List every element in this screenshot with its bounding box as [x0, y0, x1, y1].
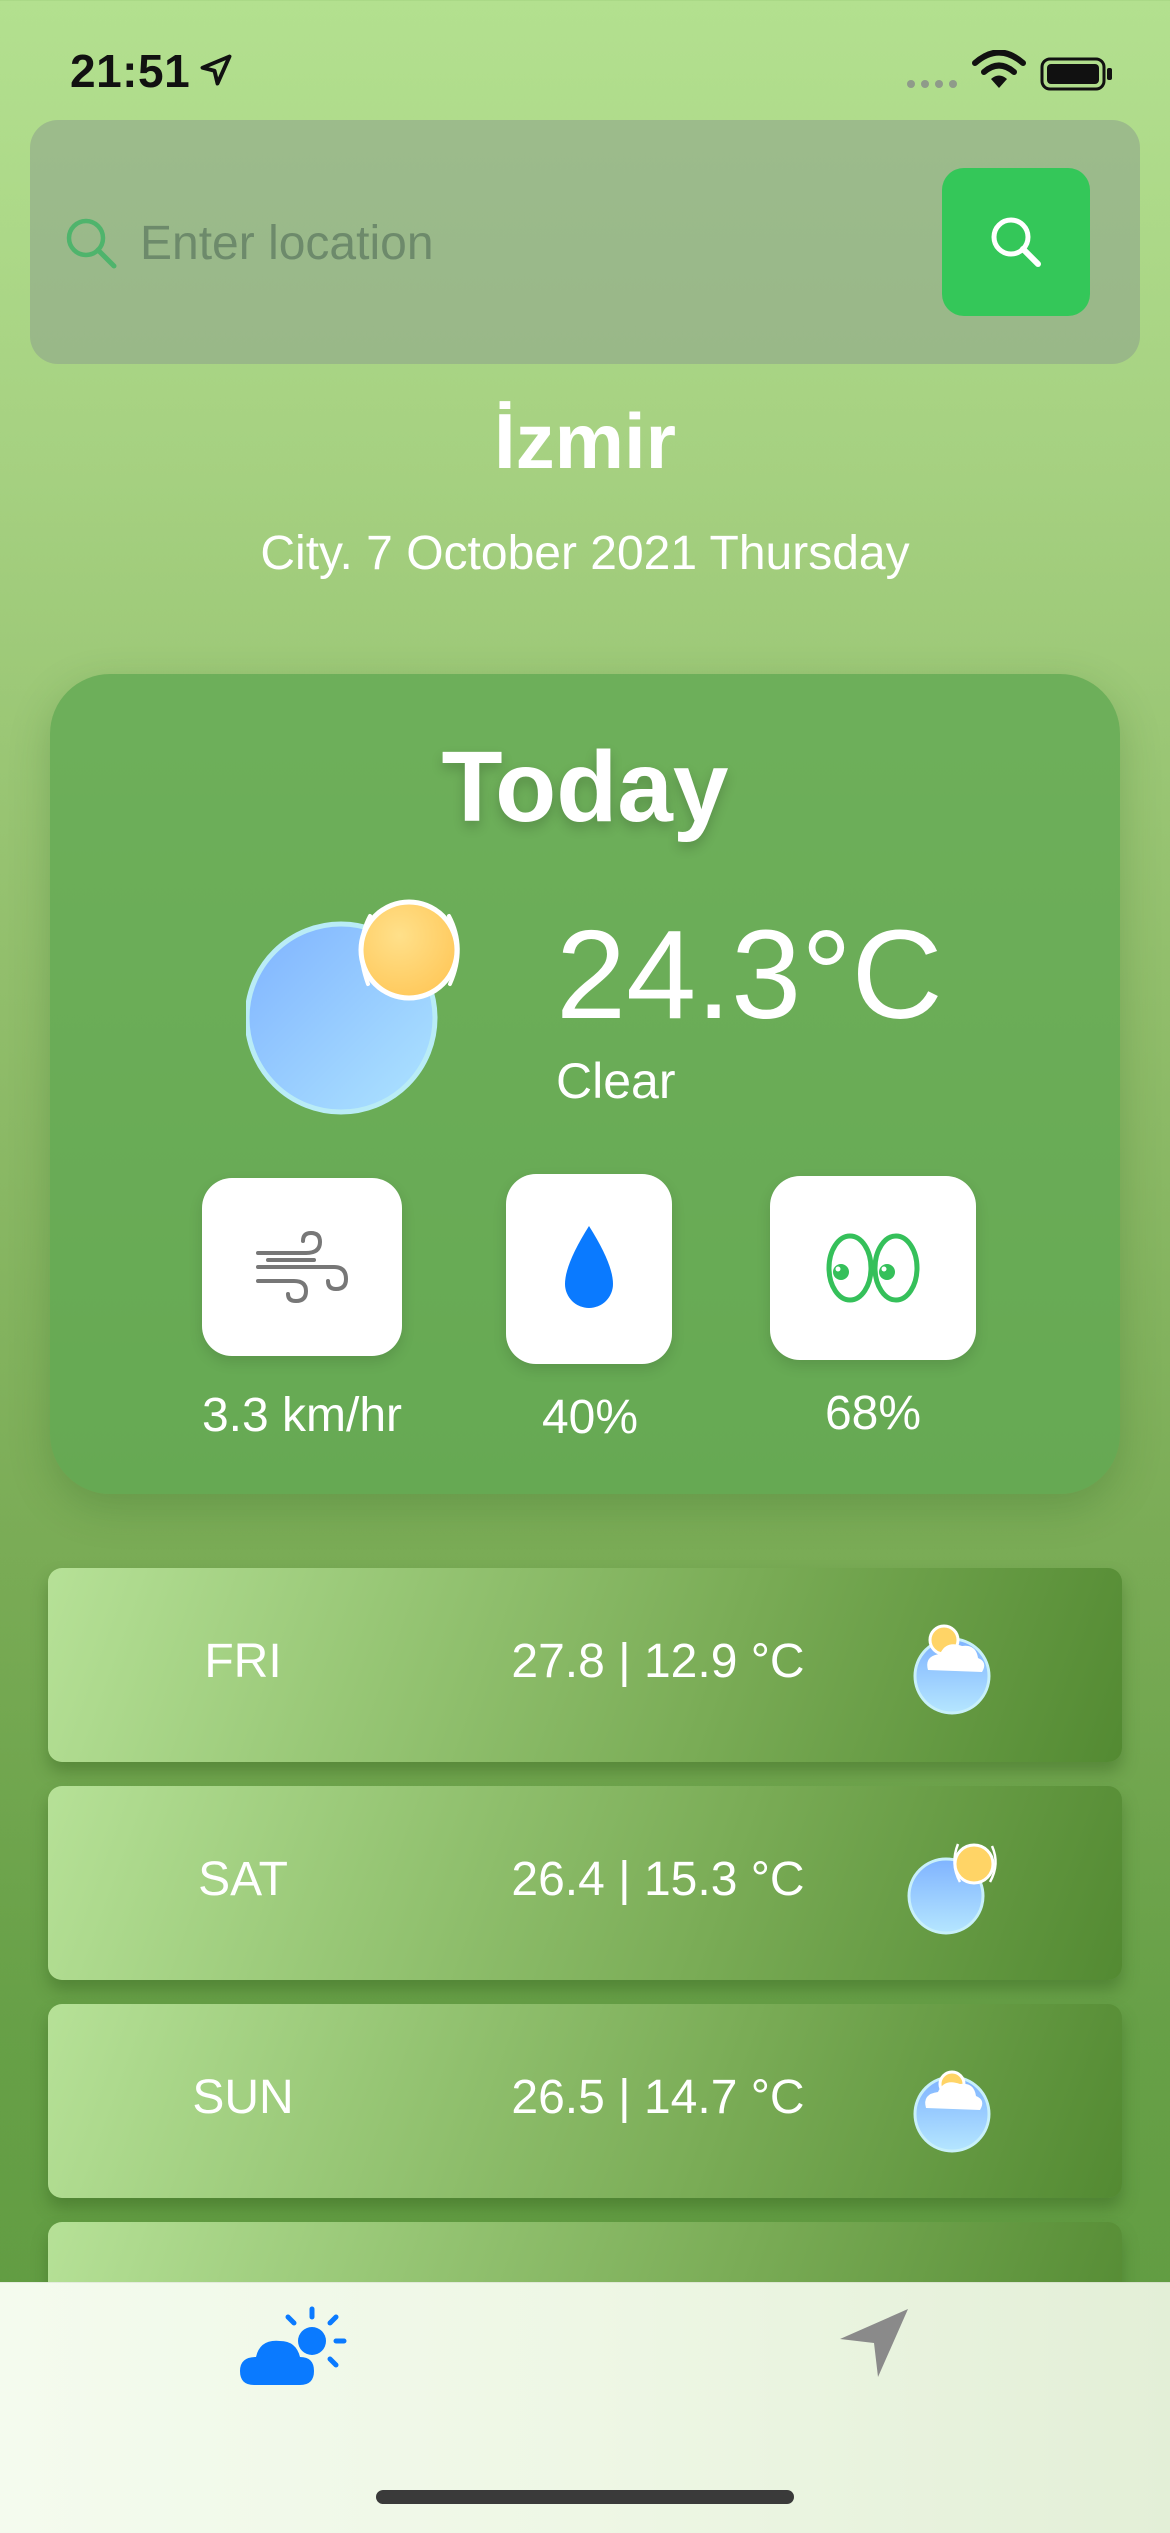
search-icon — [66, 218, 117, 269]
forecast-row[interactable]: FRI 27.8 | 12.9 °C — [48, 1568, 1122, 1762]
search-icon — [991, 217, 1041, 267]
home-indicator — [376, 2490, 794, 2504]
weather-icon[interactable] — [240, 2303, 350, 2393]
search-button[interactable] — [942, 168, 1090, 316]
forecast-day: SAT — [198, 1853, 288, 1906]
wind-icon — [256, 1231, 349, 1303]
forecast-temp-range: 27.8 | 12.9 °C — [511, 1635, 805, 1688]
wind-tile — [202, 1178, 402, 1356]
visibility-value: 68% — [824, 1387, 922, 1440]
battery-icon — [1040, 57, 1112, 91]
status-time: 21:51 — [70, 45, 191, 97]
sunny-icon — [907, 1843, 997, 1935]
forecast-day: SUN — [192, 2071, 294, 2124]
search-panel — [30, 120, 1140, 364]
eyes-icon — [826, 1233, 920, 1303]
forecast-day: FRI — [204, 1635, 282, 1688]
location-services-icon — [200, 54, 232, 86]
humidity-tile — [506, 1174, 672, 1364]
forecast-temp-range: 26.4 | 15.3 °C — [511, 1853, 805, 1906]
today-card: Today 24.3°C Clear 3.3 km/hr 40% 68% — [50, 674, 1120, 1494]
cellular-signal-icon — [907, 80, 957, 88]
wind-speed-value: 3.3 km/hr — [201, 1389, 403, 1442]
forecast-row[interactable]: SUN 26.5 | 14.7 °C — [48, 2004, 1122, 2198]
forecast-row[interactable]: SAT 26.4 | 15.3 °C — [48, 1786, 1122, 1980]
clear-weather-icon — [246, 899, 460, 1115]
partly-cloudy-icon — [913, 1624, 991, 1715]
date-label: City. 7 October 2021 Thursday — [260, 527, 910, 580]
today-title: Today — [441, 731, 729, 843]
forecast-temp-range: 26.5 | 14.7 °C — [511, 2071, 805, 2124]
location-search-input[interactable] — [138, 200, 942, 286]
location-arrow-icon[interactable] — [836, 2305, 912, 2381]
visibility-tile — [770, 1176, 976, 1360]
current-condition: Clear — [556, 1053, 676, 1109]
status-bar: 21:51 — [0, 0, 1170, 120]
partly-cloudy-icon — [913, 2070, 991, 2153]
wifi-icon — [972, 50, 1026, 88]
current-temperature: 24.3°C — [556, 904, 943, 1045]
water-drop-icon — [565, 1226, 613, 1308]
city-name: İzmir — [493, 397, 677, 485]
humidity-value: 40% — [541, 1391, 639, 1444]
